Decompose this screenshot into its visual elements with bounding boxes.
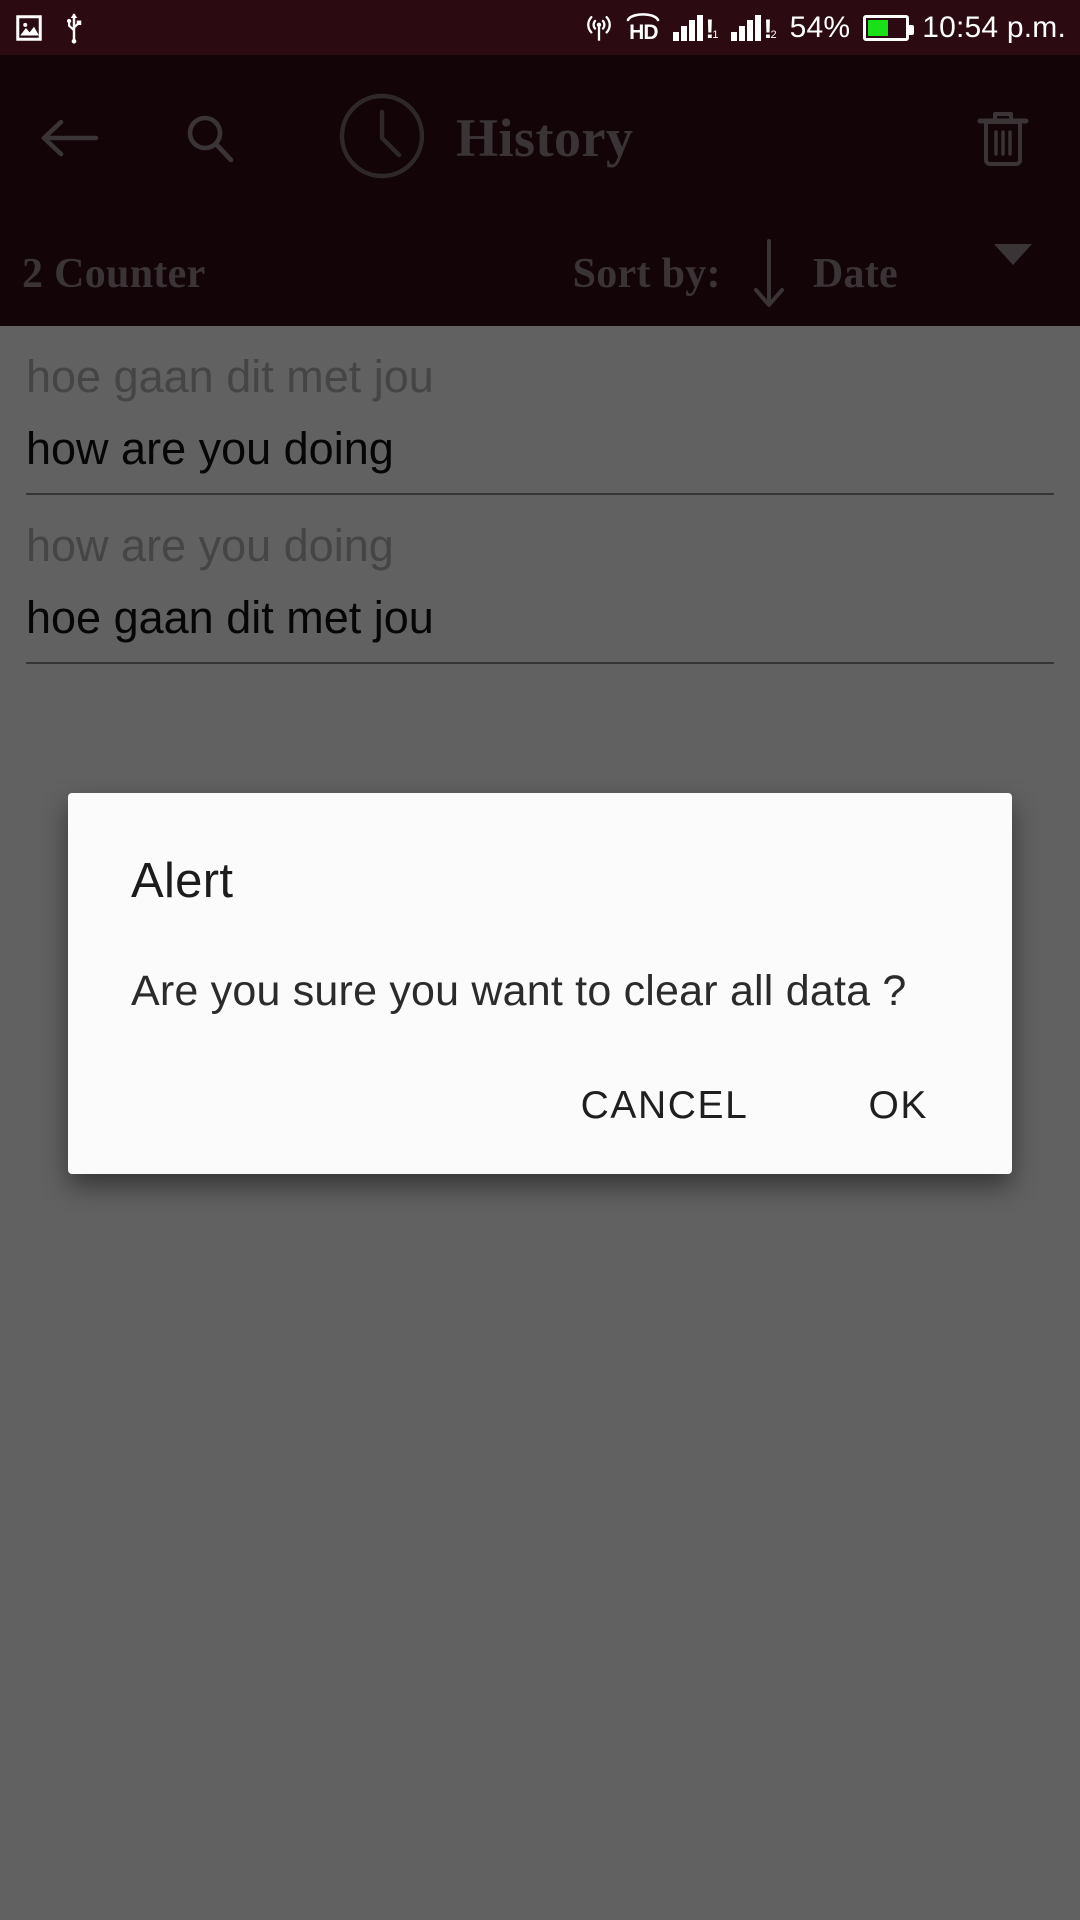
hd-voice-label: HD <box>629 21 658 44</box>
image-icon <box>14 13 44 43</box>
ok-button[interactable]: OK <box>834 1066 962 1146</box>
battery-icon <box>863 14 915 41</box>
dialog-message: Are you sure you want to clear all data … <box>131 967 907 1015</box>
hotspot-icon <box>585 13 613 43</box>
alert-dialog: Alert Are you sure you want to clear all… <box>68 793 1012 1174</box>
sim2-index: 2 <box>770 28 777 41</box>
sim1-index: 1 <box>712 28 719 41</box>
clock-time: 10:54 p.m. <box>922 10 1066 44</box>
dialog-actions: CANCEL OK <box>547 1066 972 1146</box>
usb-icon <box>62 12 86 44</box>
hd-voice-icon: HD <box>626 10 660 45</box>
battery-percent-label: 54% <box>789 10 851 44</box>
battery-fill <box>868 19 888 36</box>
status-bar-right: HD ! 1 ! 2 54% 10:54 p.m. <box>585 10 1066 45</box>
status-bar: HD ! 1 ! 2 54% 10:54 p.m. <box>0 0 1080 55</box>
signal-sim1-icon: ! 1 <box>673 14 719 42</box>
signal-sim2-icon: ! 2 <box>731 14 777 42</box>
dialog-title: Alert <box>131 854 234 908</box>
cancel-button[interactable]: CANCEL <box>547 1066 783 1146</box>
status-bar-left <box>14 12 86 44</box>
